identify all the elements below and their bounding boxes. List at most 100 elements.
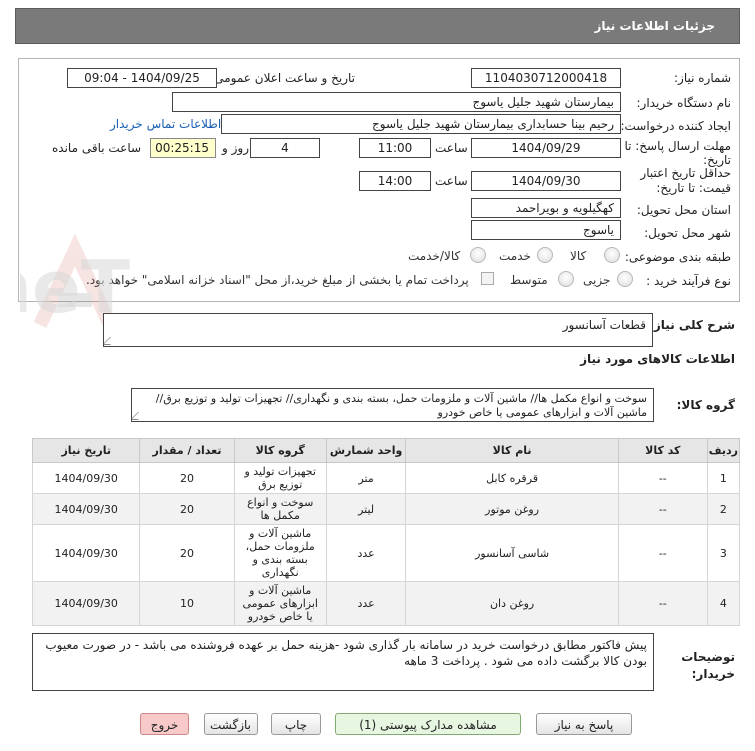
process-option-medium: متوسط <box>510 273 548 287</box>
page-title-bar: جزئیات اطلاعات نیاز <box>15 8 740 44</box>
creator-label: ایجاد کننده درخواست: <box>620 119 731 133</box>
treasury-payment-checkbox[interactable] <box>481 272 494 285</box>
cell-quantity: 10 <box>139 581 235 626</box>
process-option-minor: جزیی <box>583 273 611 287</box>
validity-time-field: 14:00 <box>359 171 431 191</box>
cell-row-number: 4 <box>706 581 741 626</box>
category-label: طبقه بندی موضوعی: <box>624 250 731 264</box>
validity-time-label: ساعت <box>435 174 468 188</box>
cell-date: 1404/09/30 <box>31 581 141 626</box>
cell-unit: عدد <box>325 581 407 626</box>
cell-code: -- <box>617 581 708 626</box>
goods-table: ردیف کد کالا نام کالا واحد شمارش گروه کا… <box>31 438 741 626</box>
days-field: 4 <box>250 138 320 158</box>
summary-field: قطعات آسانسور <box>103 313 653 347</box>
cell-row-number: 1 <box>706 462 741 494</box>
table-row[interactable]: 4 -- روغن دان عدد ماشین آلات و ابزارهای … <box>31 581 741 626</box>
print-button[interactable]: چاپ <box>271 713 321 735</box>
province-field: کهگیلویه و بویراحمد <box>471 198 621 218</box>
cell-date: 1404/09/30 <box>31 524 141 582</box>
goods-group-label: گروه کالا: <box>676 398 735 412</box>
category-radio-service[interactable] <box>537 247 553 263</box>
creator-field: رحیم بینا حسابداری بیمارستان شهید جلیل ی… <box>221 114 621 134</box>
table-header-row: ردیف کد کالا نام کالا واحد شمارش گروه کا… <box>31 438 741 463</box>
cell-quantity: 20 <box>139 493 235 525</box>
col-header-name: نام کالا <box>405 438 619 463</box>
col-header-quantity: تعداد / مقدار <box>139 438 235 463</box>
cell-quantity: 20 <box>139 462 235 494</box>
cell-unit: عدد <box>325 524 407 582</box>
cell-name: روغن موتور <box>405 493 619 525</box>
cell-group: ماشین آلات و ابزارهای عمومی یا خاص خودرو <box>233 581 327 626</box>
notes-text: پیش فاکتور مطابق درخواست خرید در سامانه … <box>45 638 647 668</box>
goods-group-text: سوخت و انواع مکمل ها// ماشین آلات و ملزو… <box>155 392 647 419</box>
notes-field: پیش فاکتور مطابق درخواست خرید در سامانه … <box>32 633 654 691</box>
resize-handle-icon[interactable] <box>132 412 146 420</box>
table-row[interactable]: 1 -- قرقره کابل متر تجهیزات تولید و توزی… <box>31 462 741 494</box>
treasury-payment-note: پرداخت تمام یا بخشی از مبلغ خرید،از محل … <box>86 273 469 287</box>
deadline-time-field: 11:00 <box>359 138 431 158</box>
category-option-service: خدمت <box>499 249 531 263</box>
process-radio-minor[interactable] <box>617 271 633 287</box>
col-header-unit: واحد شمارش <box>325 438 407 463</box>
province-label: استان محل تحویل: <box>636 203 731 217</box>
validity-label-2: قیمت: تا تاریخ: <box>656 181 731 195</box>
cell-code: -- <box>617 462 708 494</box>
city-label: شهر محل تحویل: <box>644 226 731 240</box>
col-header-code: کد کالا <box>617 438 708 463</box>
cell-code: -- <box>617 493 708 525</box>
back-button[interactable]: بازگشت <box>204 713 258 735</box>
summary-text: قطعات آسانسور <box>562 318 646 332</box>
cell-row-number: 2 <box>706 493 741 525</box>
cell-name: شاسی آسانسور <box>405 524 619 582</box>
summary-label: شرح کلی نیاز: <box>649 318 735 332</box>
notes-label-2: خریدار: <box>691 667 735 681</box>
col-header-date: تاریخ نیاز <box>31 438 141 463</box>
cell-group: ماشین آلات و ملزومات حمل، بسته بندی و نگ… <box>233 524 327 582</box>
buyer-org-label: نام دستگاه خریدار: <box>636 96 732 110</box>
need-number-label: شماره نیاز: <box>674 71 731 85</box>
col-header-group: گروه کالا <box>233 438 327 463</box>
cell-quantity: 20 <box>139 524 235 582</box>
cell-row-number: 3 <box>706 524 741 582</box>
deadline-date-field: 1404/09/29 <box>471 138 621 158</box>
category-radio-goods[interactable] <box>604 247 620 263</box>
view-attachments-button[interactable]: مشاهده مدارک پیوستی (1) <box>335 713 521 735</box>
resize-handle-icon[interactable] <box>104 337 118 345</box>
remaining-time-field: 00:25:15 <box>150 138 216 158</box>
cell-date: 1404/09/30 <box>31 462 141 494</box>
remaining-label: ساعت باقی مانده <box>52 141 142 155</box>
need-number-field: 1104030712000418 <box>471 68 621 88</box>
deadline-time-label: ساعت <box>435 141 468 155</box>
deadline-label-2: تاریخ: <box>703 153 731 167</box>
process-radio-medium[interactable] <box>558 271 574 287</box>
category-radio-goods-service[interactable] <box>470 247 486 263</box>
table-row[interactable]: 2 -- روغن موتور لیتر سوخت و انواع مکمل ه… <box>31 493 741 525</box>
buyer-contact-link[interactable]: اطلاعات تماس خریدار <box>110 117 221 131</box>
exit-button[interactable]: خروج <box>140 713 189 735</box>
reply-button[interactable]: پاسخ به نیاز <box>536 713 632 735</box>
validity-label: حداقل تاریخ اعتبار <box>640 166 731 180</box>
table-row[interactable]: 3 -- شاسی آسانسور عدد ماشین آلات و ملزوم… <box>31 524 741 582</box>
goods-group-field: سوخت و انواع مکمل ها// ماشین آلات و ملزو… <box>131 388 654 422</box>
category-option-goods-service: کالا/خدمت <box>408 249 461 263</box>
city-field: یاسوج <box>471 220 621 240</box>
cell-group: سوخت و انواع مکمل ها <box>233 493 327 525</box>
days-label: روز و <box>222 141 249 155</box>
announce-label: تاریخ و ساعت اعلان عمومی: <box>210 71 355 85</box>
category-option-goods: کالا <box>570 249 587 263</box>
validity-date-field: 1404/09/30 <box>471 171 621 191</box>
process-label: نوع فرآیند خرید : <box>646 274 731 288</box>
buyer-org-field: بیمارستان شهید جلیل یاسوج <box>172 92 621 112</box>
announce-field: 1404/09/25 - 09:04 <box>67 68 217 88</box>
goods-section-title: اطلاعات کالاهای مورد نیاز <box>580 352 735 366</box>
notes-label: توضیحات <box>681 650 735 664</box>
cell-name: روغن دان <box>405 581 619 626</box>
cell-unit: متر <box>325 462 407 494</box>
cell-date: 1404/09/30 <box>31 493 141 525</box>
page-title: جزئیات اطلاعات نیاز <box>594 19 715 33</box>
deadline-label: مهلت ارسال پاسخ: تا <box>624 139 731 153</box>
cell-unit: لیتر <box>325 493 407 525</box>
col-header-row-number: ردیف <box>706 438 741 463</box>
cell-name: قرقره کابل <box>405 462 619 494</box>
